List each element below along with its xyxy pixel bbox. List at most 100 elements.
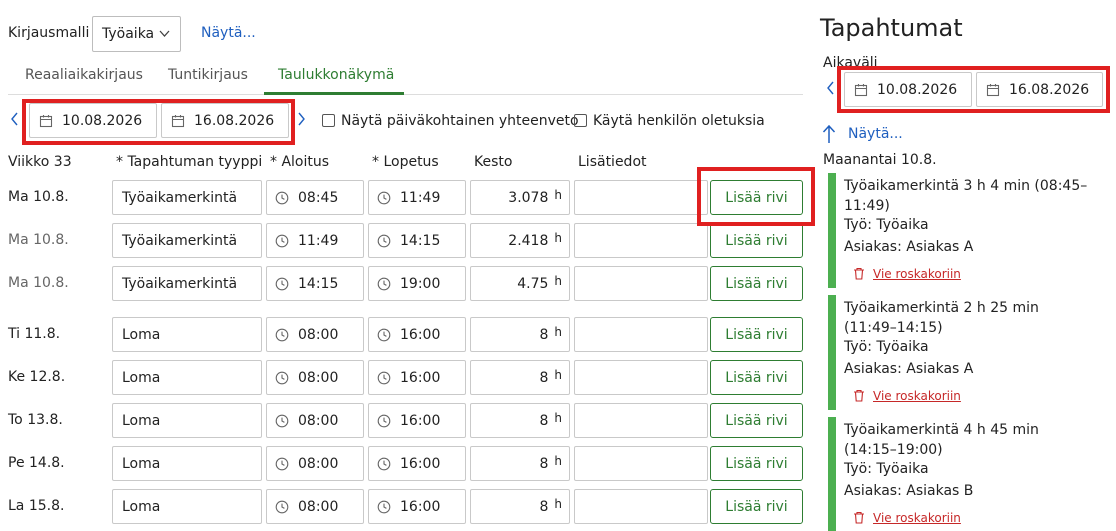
end-time-field[interactable]: 16:00 xyxy=(368,317,466,352)
start-time-value: 14:15 xyxy=(298,275,339,292)
notes-field[interactable] xyxy=(574,360,708,395)
duration-field[interactable]: 4.75 h xyxy=(470,266,570,301)
add-row-button[interactable]: Lisää rivi xyxy=(710,489,803,524)
notes-field[interactable] xyxy=(574,180,708,215)
end-time-value: 16:00 xyxy=(400,498,441,515)
event-card[interactable]: Työaikamerkintä 4 h 45 min (14:15–19:00)… xyxy=(828,417,1116,531)
event-card[interactable]: Työaikamerkintä 2 h 25 min (11:49–14:15)… xyxy=(828,295,1116,410)
add-row-button[interactable]: Lisää rivi xyxy=(710,446,803,481)
start-time-field[interactable]: 08:00 xyxy=(266,489,364,524)
side-show-link[interactable]: Näytä... xyxy=(848,126,903,142)
event-card[interactable]: Työaikamerkintä 3 h 4 min (08:45–11:49) T… xyxy=(828,173,1116,288)
add-row-button[interactable]: Lisää rivi xyxy=(710,403,803,438)
add-row-button[interactable]: Lisää rivi xyxy=(710,266,803,301)
add-row-button[interactable]: Lisää rivi xyxy=(710,317,803,352)
chevron-left-icon[interactable] xyxy=(826,81,835,95)
event-type-value: Työaikamerkintä xyxy=(122,275,238,292)
start-time-value: 08:00 xyxy=(298,369,339,386)
event-type-field[interactable]: Loma xyxy=(112,403,262,438)
tab-taulukkonakyma[interactable]: Taulukkonäkymä xyxy=(278,67,394,83)
delete-link[interactable]: Vie roskakoriin xyxy=(873,511,961,525)
clock-icon xyxy=(275,414,289,427)
row-day-label: Ke 12.8. xyxy=(8,369,66,385)
duration-unit: h xyxy=(554,230,562,245)
event-type-field[interactable]: Loma xyxy=(112,360,262,395)
clock-icon xyxy=(377,414,391,427)
notes-field[interactable] xyxy=(574,223,708,258)
start-time-field[interactable]: 08:00 xyxy=(266,317,364,352)
notes-field[interactable] xyxy=(574,489,708,524)
event-type-field[interactable]: Loma xyxy=(112,489,262,524)
event-type-field[interactable]: Työaikamerkintä xyxy=(112,223,262,258)
event-type-value: Loma xyxy=(122,498,161,515)
duration-value: 2.418 xyxy=(508,232,549,249)
duration-field[interactable]: 8h xyxy=(470,403,570,438)
add-row-button[interactable]: Lisää rivi xyxy=(710,223,803,258)
start-time-field[interactable]: 08:00 xyxy=(266,446,364,481)
clock-icon xyxy=(275,234,289,247)
end-time-field[interactable]: 19:00 xyxy=(368,266,466,301)
start-time-field[interactable]: 08:45 xyxy=(266,180,364,215)
end-time-field[interactable]: 11:49 xyxy=(368,180,466,215)
duration-field[interactable]: 8h xyxy=(470,489,570,524)
person-defaults-checkbox[interactable] xyxy=(574,114,587,127)
daily-summary-checkbox[interactable] xyxy=(322,114,335,127)
start-time-field[interactable]: 11:49 xyxy=(266,223,364,258)
add-row-button[interactable]: Lisää rivi xyxy=(710,360,803,395)
start-time-field[interactable]: 08:00 xyxy=(266,403,364,438)
chevron-left-icon[interactable] xyxy=(10,112,19,126)
end-time-field[interactable]: 16:00 xyxy=(368,446,466,481)
start-time-value: 08:00 xyxy=(298,498,339,515)
row-day-label: Ti 11.8. xyxy=(8,326,61,342)
duration-value: 8 xyxy=(539,412,549,429)
end-time-field[interactable]: 16:00 xyxy=(368,489,466,524)
person-defaults-label: Käytä henkilön oletuksia xyxy=(593,113,765,129)
duration-field[interactable]: 2.418 h xyxy=(470,223,570,258)
row-day-label: Pe 14.8. xyxy=(8,455,65,471)
trash-icon-wrap[interactable] xyxy=(853,267,865,280)
start-time-value: 08:00 xyxy=(298,412,339,429)
show-link-top[interactable]: Näytä... xyxy=(201,25,256,41)
event-type-value: Työaikamerkintä xyxy=(122,232,238,249)
duration-value: 8 xyxy=(539,498,549,515)
notes-field[interactable] xyxy=(574,266,708,301)
trash-icon-wrap[interactable] xyxy=(853,389,865,402)
event-type-field[interactable]: Työaikamerkintä xyxy=(112,180,262,215)
notes-field[interactable] xyxy=(574,446,708,481)
notes-field[interactable] xyxy=(574,403,708,438)
duration-unit: h xyxy=(554,496,562,511)
event-color-bar xyxy=(828,173,836,288)
duration-value: 8 xyxy=(539,369,549,386)
duration-field[interactable]: 8h xyxy=(470,360,570,395)
trash-icon xyxy=(854,267,864,280)
duration-field[interactable]: 8h xyxy=(470,317,570,352)
duration-value: 8 xyxy=(539,326,549,343)
kirjausmalli-label: Kirjausmalli xyxy=(8,25,90,41)
end-time-field[interactable]: 16:00 xyxy=(368,403,466,438)
end-time-field[interactable]: 14:15 xyxy=(368,223,466,258)
duration-field[interactable]: 8h xyxy=(470,446,570,481)
kirjausmalli-select[interactable]: Työaika xyxy=(92,16,181,52)
chevron-right-icon[interactable] xyxy=(297,112,306,126)
duration-field[interactable]: 3.078 h xyxy=(470,180,570,215)
end-time-value: 11:49 xyxy=(400,189,441,206)
row-day-label: Ma 10.8. xyxy=(8,189,69,205)
event-type-field[interactable]: Loma xyxy=(112,446,262,481)
row-day-label: Ma 10.8. xyxy=(8,275,69,291)
duration-value: 3.078 xyxy=(508,189,549,206)
end-time-field[interactable]: 16:00 xyxy=(368,360,466,395)
active-tab-indicator xyxy=(264,92,404,95)
tab-tuntikirjaus[interactable]: Tuntikirjaus xyxy=(168,67,248,83)
trash-icon-wrap[interactable] xyxy=(853,511,865,524)
tab-reaaliaikakirjaus[interactable]: Reaaliaikakirjaus xyxy=(25,67,143,83)
row-day-label: To 13.8. xyxy=(8,412,63,428)
notes-field[interactable] xyxy=(574,317,708,352)
start-time-field[interactable]: 14:15 xyxy=(266,266,364,301)
duration-unit: h xyxy=(554,324,562,339)
tabs-divider xyxy=(8,94,803,95)
delete-link[interactable]: Vie roskakoriin xyxy=(873,267,961,281)
event-type-field[interactable]: Loma xyxy=(112,317,262,352)
event-type-field[interactable]: Työaikamerkintä xyxy=(112,266,262,301)
start-time-field[interactable]: 08:00 xyxy=(266,360,364,395)
delete-link[interactable]: Vie roskakoriin xyxy=(873,389,961,403)
